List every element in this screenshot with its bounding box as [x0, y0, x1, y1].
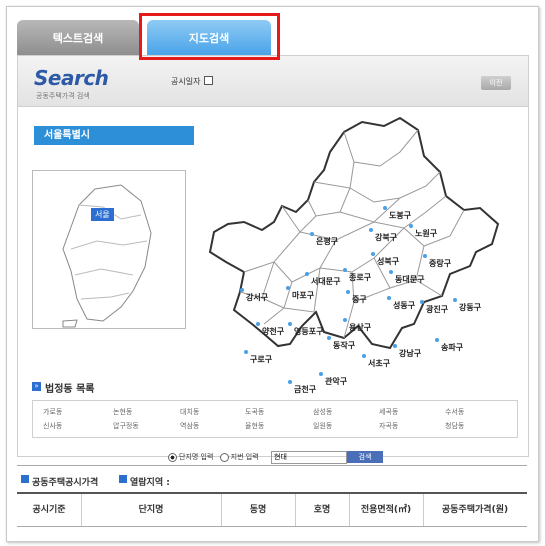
district-nowon[interactable]: 노원구: [408, 224, 437, 239]
dong-item[interactable]: 율현동: [245, 421, 264, 431]
divider: [17, 465, 527, 466]
radio-complex-name-label: 단지명 입력: [179, 453, 214, 461]
district-gwanak[interactable]: 관악구: [318, 372, 347, 387]
section-bullet-icon: [119, 475, 127, 483]
tab-text-search[interactable]: 텍스트검색: [17, 20, 139, 55]
col-header-price: 공동주택가격(원): [441, 505, 509, 515]
district-gwangjin[interactable]: 광진구: [419, 300, 448, 315]
dong-item[interactable]: 일원동: [313, 421, 332, 431]
district-dongjak[interactable]: 동작구: [326, 336, 355, 351]
district-dongdaemun[interactable]: 동대문구: [388, 270, 424, 285]
district-seocho[interactable]: 서초구: [361, 354, 390, 369]
search-button[interactable]: 검색: [347, 451, 383, 463]
dong-list-title: 법정동 목록: [45, 384, 95, 395]
dong-item[interactable]: 논현동: [113, 407, 132, 417]
publish-date-label: 공시일자: [171, 77, 201, 86]
district-guro[interactable]: 구로구: [243, 350, 272, 365]
district-yangcheon[interactable]: 양천구: [255, 322, 284, 337]
search-logo: Search: [34, 66, 109, 90]
radio-lot-number[interactable]: [219, 452, 229, 462]
dong-item[interactable]: 세곡동: [379, 407, 398, 417]
district-seodaemun[interactable]: 서대문구: [304, 272, 340, 287]
dong-item[interactable]: 압구정동: [113, 421, 139, 431]
window-frame: 텍스트검색 지도검색 Search 공동주택가격 검색 공시일자 이전 서울특별…: [6, 6, 539, 542]
radio-complex-name[interactable]: [168, 452, 177, 462]
list-bullet-icon: »: [32, 382, 41, 391]
highlight-box: [139, 13, 280, 60]
dong-item[interactable]: 가로동: [43, 407, 62, 417]
district-jongno[interactable]: 종로구: [342, 268, 371, 283]
col-header-complex: 단지명: [81, 494, 222, 526]
district-eunpyeong[interactable]: 은평구: [309, 232, 338, 247]
district-jungnang[interactable]: 중랑구: [422, 254, 451, 269]
district-gangbuk[interactable]: 강북구: [368, 228, 397, 243]
district-mapo[interactable]: 마포구: [285, 286, 314, 301]
dong-item[interactable]: 자곡동: [379, 421, 398, 431]
col-header-area: 전용면적(㎡): [349, 494, 424, 526]
district-gangnam[interactable]: 강남구: [392, 344, 421, 359]
price-section-title: 공동주택공시가격: [32, 478, 99, 488]
district-geumcheon[interactable]: 금천구: [287, 380, 316, 395]
district-gangseo[interactable]: 강서구: [239, 288, 268, 303]
dong-item[interactable]: 청담동: [445, 421, 464, 431]
search-options: 단지명 입력 지번 입력: [168, 452, 259, 466]
korea-map: 서울: [32, 170, 186, 329]
region-title: 서울특별시: [34, 126, 194, 145]
district-gangdong[interactable]: 강동구: [452, 298, 481, 313]
district-songpa[interactable]: 송파구: [434, 338, 463, 353]
district-yongsan[interactable]: 용산구: [342, 318, 371, 333]
seoul-district-map: 도봉구 노원구 강북구 은평구 성북구 중랑구 종로구 동대문구 서대문구 마포…: [204, 112, 520, 394]
dong-item[interactable]: 대치동: [180, 407, 199, 417]
dong-item[interactable]: 삼성동: [313, 407, 332, 417]
district-jung[interactable]: 중구: [346, 290, 367, 305]
col-header-building: 동명: [221, 494, 296, 526]
col-header-unit: 호명: [295, 494, 350, 526]
logo-subtitle: 공동주택가격 검색: [36, 92, 90, 100]
dong-item[interactable]: 신사동: [43, 421, 62, 431]
search-input[interactable]: 현대: [271, 451, 347, 464]
district-seongdong[interactable]: 성동구: [386, 296, 415, 311]
dong-item[interactable]: 역삼동: [180, 421, 199, 431]
dong-item[interactable]: 도곡동: [245, 407, 264, 417]
radio-lot-number-label: 지번 입력: [230, 453, 259, 461]
section-bullet-icon: [21, 475, 29, 483]
col-header-basis: 공시기준: [17, 494, 82, 526]
dong-list: 가로동 논현동 대치동 도곡동 삼성동 세곡동 수서동 신사동 압구정동 역삼동…: [32, 400, 518, 438]
price-table: 공시기준 단지명 동명 호명 전용면적(㎡) 공동주택가격(원): [17, 492, 527, 527]
district-seongbuk[interactable]: 성북구: [370, 252, 399, 267]
view-region-label: 열람지역 :: [130, 478, 170, 488]
publish-date-checkbox[interactable]: [204, 76, 213, 85]
seoul-pin[interactable]: 서울: [91, 208, 114, 221]
panel-header: Search 공동주택가격 검색 공시일자 이전: [18, 56, 528, 107]
dong-item[interactable]: 수서동: [445, 407, 464, 417]
district-yeongdeungpo[interactable]: 영등포구: [287, 322, 323, 337]
district-dobong[interactable]: 도봉구: [382, 206, 411, 221]
map-search-panel: Search 공동주택가격 검색 공시일자 이전 서울특별시 서울 도봉구 노원…: [17, 55, 529, 464]
prev-button[interactable]: 이전: [481, 76, 511, 90]
